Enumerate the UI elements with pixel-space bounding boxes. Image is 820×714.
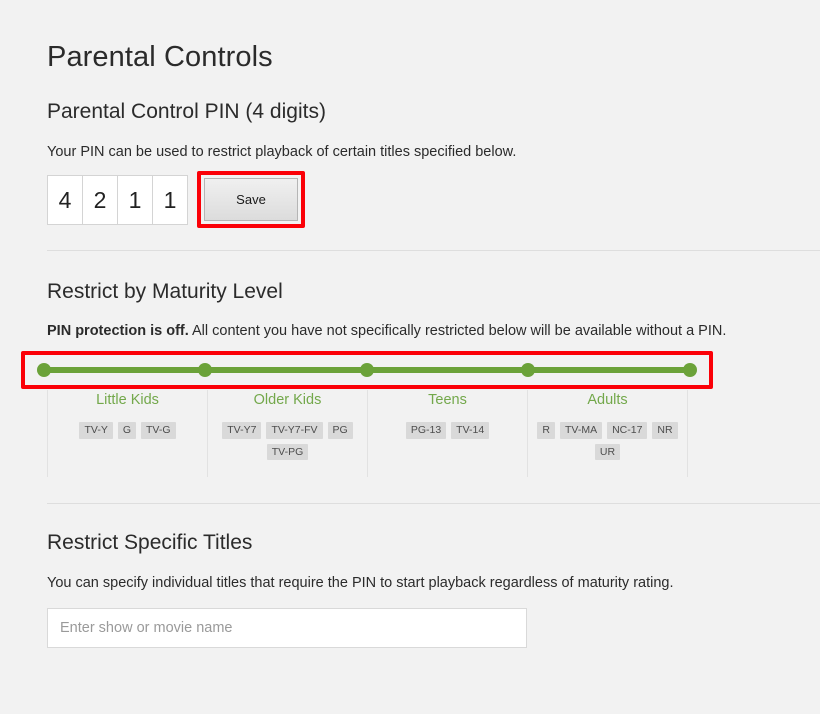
rating-badge: TV-Y bbox=[79, 422, 113, 439]
rating-badge: R bbox=[537, 422, 555, 439]
maturity-slider[interactable] bbox=[37, 363, 697, 377]
rating-badge: TV-Y7 bbox=[222, 422, 262, 439]
maturity-section-heading: Restrict by Maturity Level bbox=[47, 280, 283, 303]
rating-badge-group: R TV-MA NC-17 NR UR bbox=[533, 422, 683, 460]
section-divider-2 bbox=[47, 503, 820, 504]
section-divider-1 bbox=[47, 250, 820, 251]
rating-badge-group: TV-Y G TV-G bbox=[79, 422, 176, 439]
maturity-slider-stop-4[interactable] bbox=[521, 363, 535, 377]
maturity-column-little-kids[interactable]: Little Kids TV-Y G TV-G bbox=[47, 390, 207, 477]
rating-badge: NR bbox=[652, 422, 678, 439]
rating-badge: TV-PG bbox=[266, 443, 309, 460]
maturity-slider-stop-1[interactable] bbox=[37, 363, 51, 377]
maturity-slider-stop-5[interactable] bbox=[683, 363, 697, 377]
rating-badge: NC-17 bbox=[607, 422, 648, 439]
maturity-slider-stop-3[interactable] bbox=[360, 363, 374, 377]
pin-section-description: Your PIN can be used to restrict playbac… bbox=[47, 144, 517, 160]
rating-badge: PG bbox=[327, 422, 353, 439]
pin-input-group: 4 2 1 1 bbox=[47, 175, 188, 225]
title-search-input[interactable] bbox=[47, 608, 527, 648]
pin-digit-3[interactable]: 1 bbox=[117, 175, 153, 225]
rating-badge: PG-13 bbox=[405, 422, 447, 439]
maturity-rating-columns: Little Kids TV-Y G TV-G Older Kids TV-Y7… bbox=[47, 390, 688, 477]
rating-badge: TV-G bbox=[141, 422, 176, 439]
maturity-column-older-kids[interactable]: Older Kids TV-Y7 TV-Y7-FV PG TV-PG bbox=[207, 390, 367, 477]
pin-protection-status-rest: All content you have not specifically re… bbox=[188, 323, 727, 339]
maturity-column-label: Adults bbox=[587, 392, 628, 408]
pin-digit-2[interactable]: 2 bbox=[82, 175, 118, 225]
parental-controls-page: Parental Controls Parental Control PIN (… bbox=[0, 0, 820, 714]
titles-section-description: You can specify individual titles that r… bbox=[47, 575, 674, 591]
rating-badge-group: PG-13 TV-14 bbox=[405, 422, 490, 439]
rating-badge: TV-14 bbox=[451, 422, 490, 439]
pin-digit-1[interactable]: 4 bbox=[47, 175, 83, 225]
maturity-column-adults[interactable]: Adults R TV-MA NC-17 NR UR bbox=[527, 390, 688, 477]
save-button[interactable]: Save bbox=[204, 178, 298, 221]
maturity-column-label: Little Kids bbox=[96, 392, 159, 408]
rating-badge: G bbox=[117, 422, 136, 439]
maturity-column-label: Teens bbox=[428, 392, 467, 408]
rating-badge: TV-MA bbox=[559, 422, 603, 439]
pin-protection-status-bold: PIN protection is off. bbox=[47, 323, 189, 339]
rating-badge: TV-Y7-FV bbox=[266, 422, 323, 439]
titles-section-heading: Restrict Specific Titles bbox=[47, 531, 253, 554]
maturity-column-label: Older Kids bbox=[253, 392, 322, 408]
maturity-column-teens[interactable]: Teens PG-13 TV-14 bbox=[367, 390, 527, 477]
rating-badge-group: TV-Y7 TV-Y7-FV PG TV-PG bbox=[213, 422, 363, 460]
page-title: Parental Controls bbox=[47, 41, 273, 73]
pin-section-heading: Parental Control PIN (4 digits) bbox=[47, 100, 326, 123]
pin-protection-status: PIN protection is off. All content you h… bbox=[47, 323, 726, 339]
rating-badge: UR bbox=[594, 443, 621, 460]
maturity-slider-stop-2[interactable] bbox=[198, 363, 212, 377]
pin-digit-4[interactable]: 1 bbox=[152, 175, 188, 225]
